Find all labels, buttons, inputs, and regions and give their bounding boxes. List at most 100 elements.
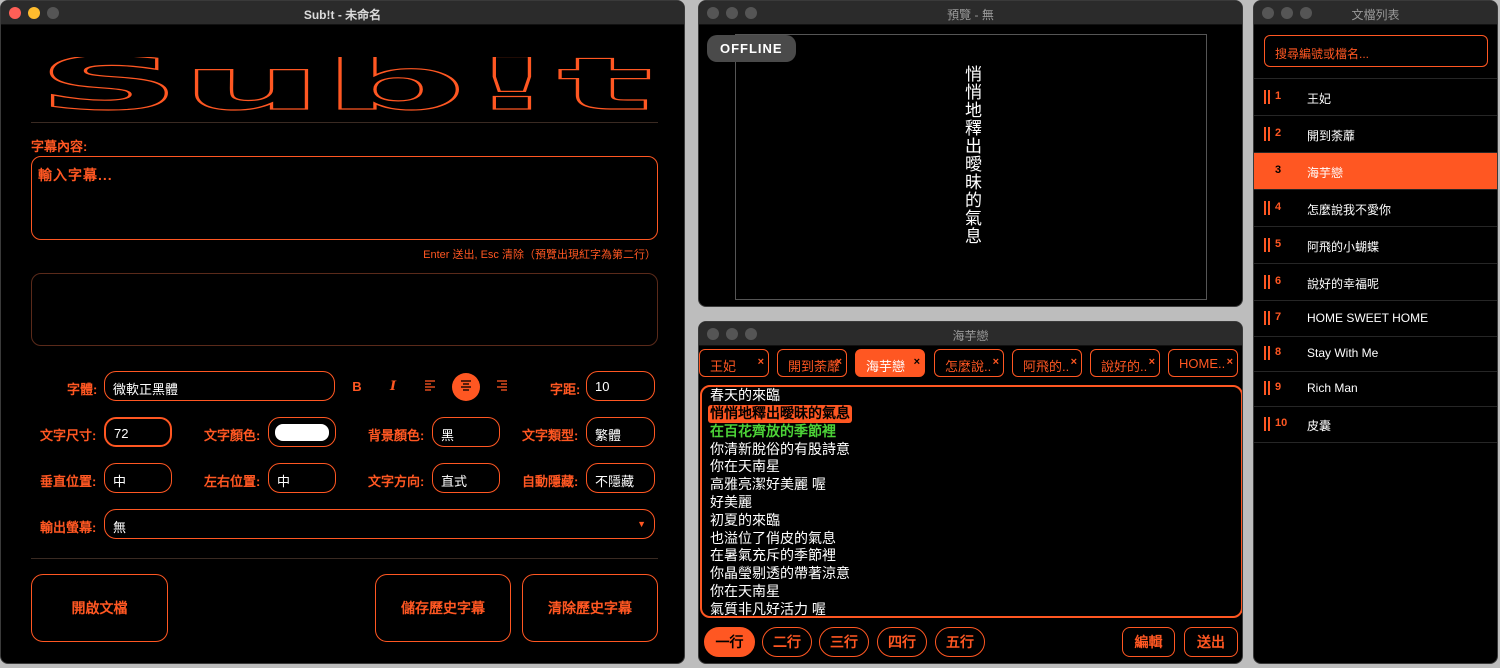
tab-song-3[interactable]: 海芋戀 × xyxy=(855,349,925,377)
edit-button[interactable]: 編輯 xyxy=(1122,627,1175,657)
item-number: 4 xyxy=(1275,201,1282,213)
list-item[interactable]: 9 Rich Man xyxy=(1254,370,1497,407)
align-center-button[interactable] xyxy=(452,373,480,401)
clear-history-button[interactable]: 清除歷史字幕 xyxy=(522,574,658,642)
search-input[interactable]: 搜尋編號或檔名... xyxy=(1264,35,1488,67)
tab-label: 說好的.. xyxy=(1101,359,1148,374)
save-history-button[interactable]: 儲存歷史字幕 xyxy=(375,574,511,642)
text-color-swatch xyxy=(275,424,329,441)
align-left-button[interactable] xyxy=(416,373,444,401)
list-item[interactable]: 1 王妃 xyxy=(1254,79,1497,116)
tab-song-2[interactable]: 開到荼蘼 × xyxy=(777,349,847,377)
item-number: 3 xyxy=(1275,164,1282,176)
send-button[interactable]: 送出 xyxy=(1184,627,1238,657)
lyrics-list[interactable]: 春天的來臨 悄悄地釋出曖昧的氣息 在百花齊放的季節裡 你清新脫俗的有股詩意 你在… xyxy=(700,385,1242,619)
tab-song-5[interactable]: 阿飛的.. × xyxy=(1012,349,1082,377)
drag-handle-icon[interactable] xyxy=(1264,238,1270,252)
align-right-button[interactable] xyxy=(488,373,516,401)
preview-titlebar: 預覽 - 無 xyxy=(699,1,1242,25)
four-line-button[interactable]: 四行 xyxy=(877,627,927,657)
output-screen-select[interactable]: 無 ▼ xyxy=(104,509,655,539)
drag-handle-icon[interactable] xyxy=(1264,201,1270,215)
close-icon[interactable]: × xyxy=(1149,356,1155,368)
auto-hide-select[interactable]: 不隱藏 xyxy=(586,463,655,493)
size-input[interactable]: 72 xyxy=(104,417,172,447)
three-line-button[interactable]: 三行 xyxy=(819,627,869,657)
lyric-line[interactable]: 春天的來臨 xyxy=(710,387,1233,405)
tab-label: HOME.. xyxy=(1179,356,1226,371)
lyric-line-next[interactable]: 在百花齊放的季節裡 xyxy=(710,423,1233,441)
item-number: 9 xyxy=(1275,381,1282,393)
align-right-icon xyxy=(497,380,507,391)
main-window: Sub!t - 未命名 Sub!t 字幕內容: 輸入字幕... Enter 送出… xyxy=(0,0,685,664)
lyric-line[interactable]: 你清新脫俗的有股詩意 xyxy=(710,441,1233,459)
drag-handle-icon[interactable] xyxy=(1264,90,1270,104)
item-name: Rich Man xyxy=(1307,381,1358,395)
close-icon[interactable]: × xyxy=(836,356,842,368)
item-number: 6 xyxy=(1275,275,1282,287)
lyric-line[interactable]: 氣質非凡好活力 喔 xyxy=(710,601,1233,619)
main-titlebar: Sub!t - 未命名 xyxy=(1,1,684,25)
lyric-line[interactable]: 也溢位了俏皮的氣息 xyxy=(710,530,1233,548)
text-direction-select[interactable]: 直式 xyxy=(432,463,500,493)
font-label: 字體: xyxy=(67,382,98,397)
tab-song-4[interactable]: 怎麼說.. × xyxy=(934,349,1004,377)
close-icon[interactable]: × xyxy=(758,356,764,368)
lyrics-window: 海芋戀 王妃 × 開到荼蘼 × 海芋戀 × 怎麼說.. × 阿飛的.. × 說好的.. × … xyxy=(698,321,1243,664)
drag-handle-icon[interactable] xyxy=(1264,381,1270,395)
close-icon[interactable]: × xyxy=(1071,356,1077,368)
window-title: 海芋戀 xyxy=(952,329,989,343)
bg-color-select[interactable]: 黑 xyxy=(432,417,500,447)
list-item[interactable]: 5 阿飛的小蝴蝶 xyxy=(1254,227,1497,264)
one-line-button[interactable]: 一行 xyxy=(704,627,755,657)
window-title: 文檔列表 xyxy=(1351,8,1400,22)
list-item[interactable]: 10 皮囊 xyxy=(1254,406,1497,443)
tab-song-1[interactable]: 王妃 × xyxy=(699,349,769,377)
drag-handle-icon[interactable] xyxy=(1264,311,1270,325)
tab-song-7[interactable]: HOME.. × xyxy=(1168,349,1238,377)
drag-handle-icon[interactable] xyxy=(1264,417,1270,431)
item-name: 皮囊 xyxy=(1307,419,1332,433)
lyric-line[interactable]: 好美麗 xyxy=(710,494,1233,512)
subtitle-input[interactable]: 輸入字幕... xyxy=(31,156,658,240)
list-item[interactable]: 7 HOME SWEET HOME xyxy=(1254,300,1497,337)
five-line-button[interactable]: 五行 xyxy=(935,627,985,657)
lyric-line[interactable]: 你在天南星 xyxy=(710,583,1233,601)
align-left-icon xyxy=(425,380,435,391)
file-list-window: 文檔列表 搜尋編號或檔名... 1 王妃 2 開到荼蘼 3 海芋戀 4 怎麼說我不愛你 … xyxy=(1253,0,1498,664)
close-icon[interactable]: × xyxy=(914,356,920,368)
close-icon[interactable]: × xyxy=(993,356,999,368)
drag-handle-icon[interactable] xyxy=(1264,127,1270,141)
lyric-line[interactable]: 高雅亮潔好美麗 喔 xyxy=(710,476,1233,494)
italic-button[interactable]: I xyxy=(379,373,407,401)
bold-button[interactable]: B xyxy=(343,373,371,401)
list-item[interactable]: 6 說好的幸福呢 xyxy=(1254,264,1497,301)
preview-window: 預覽 - 無 OFFLINE 悄悄地釋出曖昧的氣息 xyxy=(698,0,1243,307)
open-file-button[interactable]: 開啟文檔 xyxy=(31,574,168,642)
lyric-line[interactable]: 初夏的來臨 xyxy=(710,512,1233,530)
item-name: 阿飛的小蝴蝶 xyxy=(1307,240,1380,254)
horizontal-position-select[interactable]: 中 xyxy=(268,463,336,493)
list-item[interactable]: 4 怎麼說我不愛你 xyxy=(1254,190,1497,227)
divider xyxy=(31,558,658,559)
spacing-input[interactable]: 10 xyxy=(586,371,655,401)
vertical-position-select[interactable]: 中 xyxy=(104,463,172,493)
item-number: 7 xyxy=(1275,311,1282,323)
list-item-selected[interactable]: 3 海芋戀 xyxy=(1254,153,1497,190)
spacing-label: 字距: xyxy=(550,382,581,397)
item-name: 說好的幸福呢 xyxy=(1307,277,1380,291)
lyric-line[interactable]: 在暑氣充斥的季節裡 xyxy=(710,547,1233,565)
tab-song-6[interactable]: 說好的.. × xyxy=(1090,349,1160,377)
font-select[interactable]: 微軟正黑體 xyxy=(104,371,335,401)
close-icon[interactable]: × xyxy=(1227,356,1233,368)
drag-handle-icon[interactable] xyxy=(1264,275,1270,289)
text-type-select[interactable]: 繁體 xyxy=(586,417,655,447)
drag-handle-icon[interactable] xyxy=(1264,346,1270,360)
text-type-label: 文字類型: xyxy=(522,428,579,443)
lyric-line-current[interactable]: 悄悄地釋出曖昧的氣息 xyxy=(708,404,852,423)
list-item[interactable]: 8 Stay With Me xyxy=(1254,335,1497,372)
list-item[interactable]: 2 開到荼蘼 xyxy=(1254,116,1497,153)
two-line-button[interactable]: 二行 xyxy=(762,627,812,657)
lyric-line[interactable]: 你晶瑩剔透的帶著涼意 xyxy=(710,565,1233,583)
lyric-line[interactable]: 你在天南星 xyxy=(710,458,1233,476)
